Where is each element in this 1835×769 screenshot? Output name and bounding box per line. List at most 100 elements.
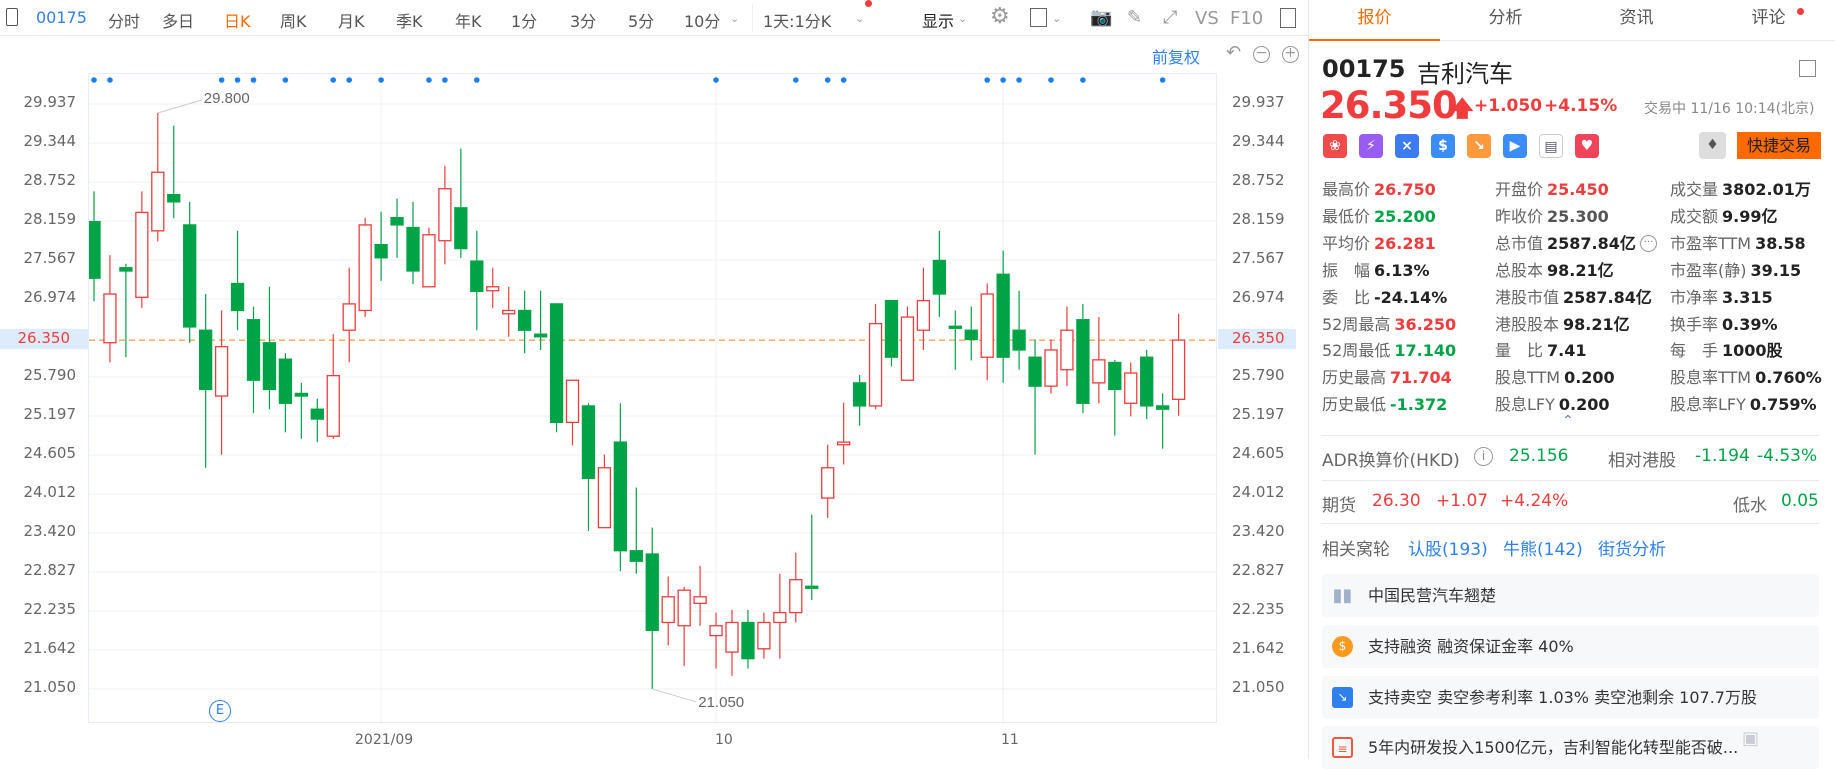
warrants-link[interactable]: 认股(193)	[1408, 535, 1488, 560]
y-axis-tick-label: 25.197	[23, 404, 77, 423]
stat-value: 25.300	[1547, 206, 1609, 226]
y-axis-tick-label: 29.937	[23, 93, 77, 111]
display-menu[interactable]: 显示	[922, 8, 954, 32]
period-tab[interactable]: 季K	[396, 8, 423, 32]
adr-relative-label: 相对港股	[1608, 451, 1676, 471]
earnings-event-badge[interactable]: E	[209, 700, 231, 722]
tab-news[interactable]: 资讯	[1571, 0, 1702, 41]
sidebar-toggle-icon[interactable]	[6, 8, 18, 26]
candle-up	[326, 374, 340, 437]
note-icon[interactable]: ▤	[1539, 134, 1563, 158]
x-axis-label: 10	[715, 732, 733, 748]
period-tab[interactable]: 3分	[570, 8, 596, 32]
zoom-out-icon[interactable]: −	[1253, 46, 1270, 63]
undo-icon[interactable]: ↶	[1226, 42, 1241, 63]
outstanding-analysis-link[interactable]: 街货分析	[1598, 535, 1666, 560]
candlestick-chart[interactable]: 29.800 21.050	[87, 72, 1218, 724]
info-card[interactable]: ↘ 支持卖空 卖空参考利率 1.03% 卖空池剩余 107.7万股	[1322, 676, 1819, 719]
event-marker-dot	[824, 77, 831, 83]
dollar-icon[interactable]: $	[1431, 134, 1455, 158]
event-marker-dot	[346, 77, 353, 83]
event-marker-dot	[426, 77, 432, 83]
divider	[1322, 523, 1819, 524]
stat-item: 总股本 98.21亿	[1495, 261, 1614, 281]
discount-label: 低水	[1733, 496, 1767, 516]
card-text: 中国民营汽车翘楚	[1368, 586, 1497, 605]
gear-icon[interactable]: ⚙	[990, 4, 1010, 29]
adjust-mode-button[interactable]: 前复权	[1152, 44, 1200, 68]
stat-value: 6.13%	[1374, 260, 1430, 280]
y-axis-tick-label: 23.420	[23, 521, 77, 540]
camera-icon[interactable]: 📷	[1090, 7, 1112, 28]
period-tab[interactable]: 周K	[280, 8, 307, 32]
menu-icon[interactable]	[1799, 60, 1816, 77]
info-icon[interactable]: i	[1474, 447, 1493, 466]
collapse-icon[interactable]: ⌃	[1562, 413, 1574, 429]
candle-up	[103, 293, 117, 344]
event-marker-dot	[793, 77, 799, 83]
card-text: 支持卖空 卖空参考利率 1.03% 卖空池剩余 107.7万股	[1368, 688, 1757, 707]
stock-code[interactable]: 00175	[36, 8, 87, 27]
stat-label: 量 比	[1495, 341, 1544, 361]
heart-icon[interactable]: ♥	[1575, 134, 1599, 158]
event-marker-dot	[218, 77, 225, 83]
period-tab[interactable]: 月K	[338, 8, 365, 32]
stat-item: 港股市值 2587.84亿	[1495, 288, 1652, 308]
info-card[interactable]: ▮▮ 中国民营汽车翘楚	[1322, 574, 1819, 617]
card-text: 5年内研发投入1500亿元，吉利智能化转型能否破...	[1368, 738, 1739, 757]
candle-down	[294, 392, 309, 397]
interval-select[interactable]: 1天:1分K	[763, 8, 831, 32]
cbbc-link[interactable]: 牛熊(142)	[1503, 535, 1583, 560]
chevron-down-icon[interactable]: ⌄	[958, 12, 967, 25]
y-axis-tick-label: 29.937	[1232, 93, 1285, 111]
chevron-down-icon[interactable]: ⌄	[1052, 12, 1061, 25]
pencil-icon[interactable]: ✎	[1127, 7, 1142, 28]
period-tab[interactable]: 5分	[628, 8, 654, 32]
flash-icon[interactable]: ⚡	[1359, 134, 1383, 158]
info-card[interactable]: $ 支持融资 融资保证金率 40%	[1322, 625, 1819, 668]
trend-down-icon[interactable]: ↘	[1467, 134, 1491, 158]
candle-up	[900, 316, 915, 381]
candle-down	[374, 244, 388, 259]
quick-trade-button[interactable]: 快捷交易	[1737, 132, 1821, 159]
candle-up	[821, 467, 835, 499]
period-tab[interactable]: 10分	[684, 8, 720, 32]
tag-icon[interactable]: ▶	[1503, 134, 1527, 158]
tab-comments[interactable]: 评论	[1702, 0, 1835, 41]
event-marker-dot	[1159, 77, 1166, 83]
notification-dot	[1797, 8, 1804, 15]
tab-quote[interactable]: 报价	[1309, 0, 1440, 41]
y-axis-tick-label: 26.974	[23, 288, 77, 307]
stat-item: 平均价 26.281	[1322, 234, 1436, 254]
period-tab-active[interactable]: 日K	[224, 8, 251, 32]
stat-label: 昨收价	[1495, 206, 1544, 226]
y-axis-tick-label: 24.605	[23, 443, 77, 462]
x-axis-label: 11	[1001, 732, 1019, 748]
period-tab[interactable]: 分时	[108, 8, 140, 32]
period-tab[interactable]: 多日	[162, 8, 194, 32]
more-icon[interactable]: ···	[1640, 235, 1657, 252]
bell-icon[interactable]: ♦	[1699, 132, 1726, 159]
tab-analysis[interactable]: 分析	[1440, 0, 1571, 41]
candle-down	[613, 441, 627, 552]
stat-item: 最高价 26.750	[1322, 180, 1436, 200]
fullscreen-icon[interactable]: ⤢	[1163, 7, 1177, 28]
candle-down	[183, 224, 197, 328]
hk-flag-icon[interactable]: ❀	[1323, 134, 1347, 158]
chevron-down-icon[interactable]: ⌄	[730, 12, 739, 25]
shuffle-icon[interactable]: ⨯	[1395, 134, 1419, 158]
period-tab[interactable]: 1分	[511, 8, 537, 32]
period-tab[interactable]: 年K	[455, 8, 482, 32]
zoom-in-icon[interactable]: +	[1282, 46, 1299, 63]
stat-value: 3802.01万	[1722, 180, 1811, 199]
stat-label: 股息率TTM	[1670, 368, 1752, 388]
stat-value: -1.372	[1390, 395, 1448, 415]
candle-down	[741, 621, 755, 660]
vs-button[interactable]: VS	[1195, 8, 1219, 29]
candle-down	[645, 553, 659, 632]
f10-button[interactable]: F10	[1230, 8, 1263, 29]
chevron-down-icon[interactable]: ⌄	[855, 12, 864, 25]
stat-label: 市盈率(静)	[1670, 260, 1747, 280]
layout-icon[interactable]	[1030, 8, 1047, 27]
panel-toggle-icon[interactable]	[1280, 8, 1296, 28]
